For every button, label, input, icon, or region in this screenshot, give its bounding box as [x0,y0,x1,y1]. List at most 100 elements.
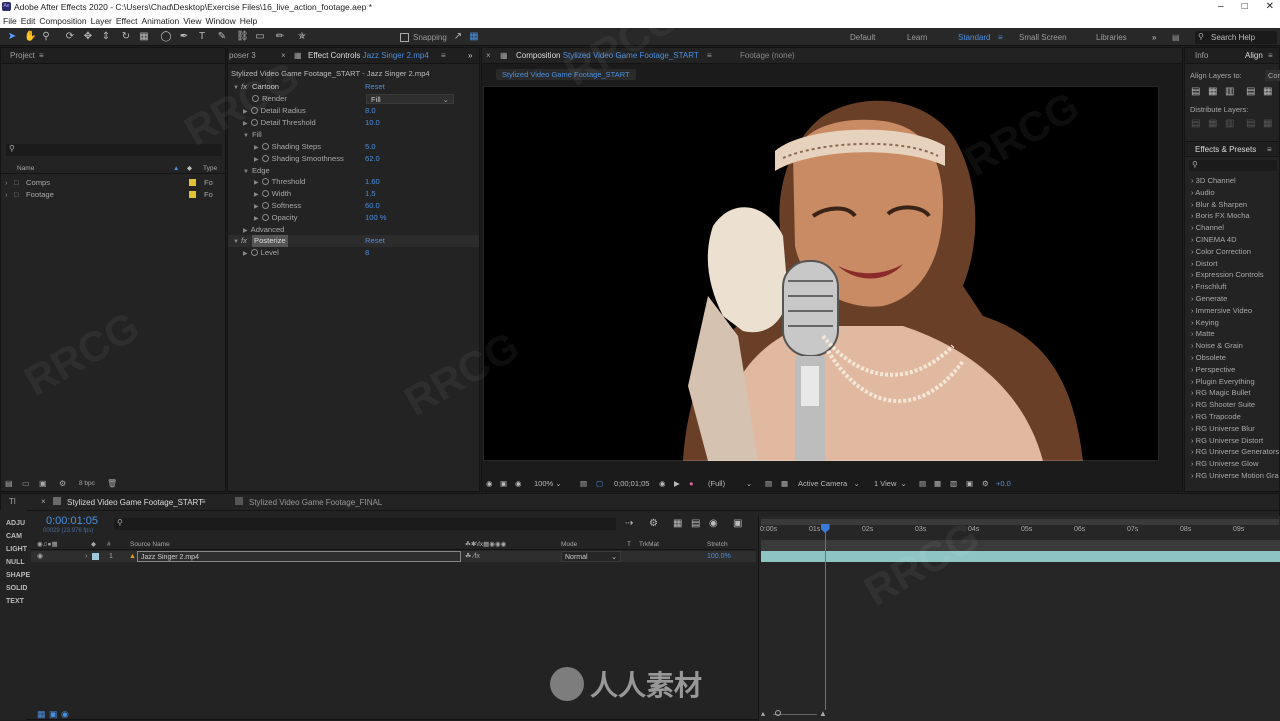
render-dropdown[interactable]: Fill ⌄ [366,94,454,104]
effects-category[interactable]: › Audio [1191,187,1215,199]
maximize-icon[interactable]: □ [1242,0,1248,14]
menu-effect[interactable]: Effect [116,14,138,28]
tab-composition[interactable]: Composition Stylized Video Game Footage_… [516,48,706,63]
color-channel-icon[interactable]: ● [689,477,694,491]
reset-button[interactable]: Reset [365,235,385,247]
zoom-slider[interactable]: ▴ ▲ [761,709,841,721]
label-column-icon[interactable]: ◆ [187,163,192,174]
exposure-reset-icon[interactable]: ⚙ [982,477,989,491]
column-trkmat[interactable]: TrkMat [639,540,659,550]
align-vertical-center-icon[interactable]: ▦ [1263,86,1272,97]
lock-icon[interactable]: ▦ [500,48,508,63]
stopwatch-icon[interactable] [252,95,259,102]
shy-layers-icon[interactable]: ▦ [673,518,682,529]
eraser-tool-icon[interactable]: ▭ [254,31,266,43]
snapshot-camera-icon[interactable]: ◉ [659,477,666,491]
zoom-dropdown[interactable]: 100% ⌄ [534,477,562,491]
label-color-swatch[interactable] [92,553,99,560]
frame-blending-icon[interactable]: ▤ [691,518,700,529]
reset-button[interactable]: Reset [365,81,385,93]
orbit-camera-icon[interactable]: ⟳ [64,31,76,43]
expand-arrow-icon[interactable]: › [5,189,8,201]
monitor-icon[interactable]: ▣ [500,477,507,491]
delete-icon[interactable]: 🗑 [107,479,117,488]
close-tab-icon[interactable]: × [486,48,491,63]
stopwatch-icon[interactable] [250,107,258,114]
effects-category[interactable]: › Perspective [1191,364,1235,376]
show-snapshot-icon[interactable]: ▶ [674,477,680,491]
expand-arrow-icon[interactable]: ▶ [243,228,248,234]
pen-tool-icon[interactable]: ✒ [178,31,190,43]
pan-behind-icon[interactable]: ▦ [138,31,150,43]
menu-composition[interactable]: Composition [39,14,86,28]
layer-type-null[interactable]: NULL [6,559,25,566]
effects-category[interactable]: › RG Universe Motion Gra [1191,470,1279,482]
effects-category[interactable]: › 3D Channel [1191,175,1236,187]
tab-composer[interactable]: poser 3 [229,48,256,63]
zoom-in-icon[interactable]: ▲ [819,709,827,718]
effects-category[interactable]: › RG Magic Bullet [1191,387,1251,399]
expand-arrow-icon[interactable]: ▶ [254,204,259,210]
ellipse-tool-icon[interactable]: ◯ [160,31,172,43]
motion-blur-icon[interactable]: ◉ [709,518,718,529]
dolly-camera-icon[interactable]: ⇕ [100,31,112,43]
label-color-swatch[interactable] [189,191,196,198]
tab-timeline-start[interactable]: Stylized Video Game Footage_START [67,498,203,507]
group-fill[interactable]: ▼ Fill [228,129,479,141]
expand-arrow-icon[interactable]: › [5,177,8,189]
type-tool-icon[interactable]: T [196,31,208,43]
brush-tool-icon[interactable]: ✎ [216,31,228,43]
render-queue-icon[interactable]: Tl [9,497,16,506]
camera-dropdown[interactable]: Active Camera ⌄ [798,477,860,491]
workspace-menu-icon[interactable]: ≡ [998,33,1003,42]
effects-category[interactable]: › RG Universe Blur [1191,423,1255,435]
effects-search-input[interactable]: ⚲ [1189,160,1277,171]
expand-arrow-icon[interactable]: ▶ [254,157,259,163]
expand-arrow-icon[interactable]: ▶ [254,180,259,186]
menu-file[interactable]: File [3,14,17,28]
project-settings-icon[interactable]: ⚙ [59,479,66,488]
label-column-icon[interactable]: ◆ [91,540,96,550]
layer-number-icon[interactable]: # [107,540,111,550]
snapping-checkbox[interactable] [400,33,409,42]
in-out-toggle-icon[interactable]: ◉ [61,709,69,720]
label-color-swatch[interactable] [189,179,196,186]
close-icon[interactable]: ✕ [1266,0,1274,14]
effects-category[interactable]: › RG Universe Glow [1191,458,1259,470]
stopwatch-icon[interactable] [250,119,258,126]
layer-name-field[interactable]: Jazz Singer 2.mp4 [137,551,461,562]
layer-switches[interactable]: ☘ ∕fx [465,551,480,562]
effects-category[interactable]: › Expression Controls [1191,269,1264,281]
column-source-name[interactable]: Source Name [130,540,170,550]
zoom-tool-icon[interactable]: ⚲ [40,31,52,43]
video-visibility-icon[interactable]: ◉ [37,551,43,562]
align-to-dropdown[interactable]: Compo [1265,70,1280,81]
menu-layer[interactable]: Layer [91,14,112,28]
graph-editor-icon[interactable]: ▣ [733,518,742,529]
effects-category[interactable]: › Noise & Grain [1191,340,1243,352]
close-tab-icon[interactable]: × [281,48,286,63]
effects-category[interactable]: › RG Universe Generators [1191,446,1279,458]
menu-help[interactable]: Help [240,14,257,28]
resolution-dropdown[interactable]: (Full) ⌄ [708,477,752,491]
fx-icon[interactable]: fx [241,235,247,247]
layer-switches-toggle-icon[interactable]: ▦ [37,709,46,720]
draft-3d-icon[interactable]: ▦ [934,477,941,491]
effects-category[interactable]: › Blur & Sharpen [1191,199,1247,211]
effects-category[interactable]: › Boris FX Mocha [1191,210,1250,222]
effects-category[interactable]: › RG Trapcode [1191,411,1241,423]
snap-option-icon[interactable]: ↗ [452,31,464,43]
effects-category[interactable]: › RG Universe Distort [1191,435,1263,447]
panel-menu-icon[interactable]: ≡ [441,48,446,63]
expand-arrow-icon[interactable]: ▶ [243,121,248,127]
param-value[interactable]: 1.60 [365,176,380,188]
stopwatch-icon[interactable] [261,202,269,209]
clone-stamp-icon[interactable]: ⛓ [236,31,249,43]
zoom-out-icon[interactable]: ▴ [761,709,765,718]
layer-type-camera[interactable]: CAM [6,533,22,540]
tab-timeline-final[interactable]: Stylized Video Game Footage_FINAL [249,498,382,507]
effects-category[interactable]: › Matte [1191,328,1215,340]
column-t[interactable]: T [627,540,631,550]
tab-info[interactable]: Info [1195,48,1208,63]
distribute-top-icon[interactable]: ▤ [1191,118,1200,129]
